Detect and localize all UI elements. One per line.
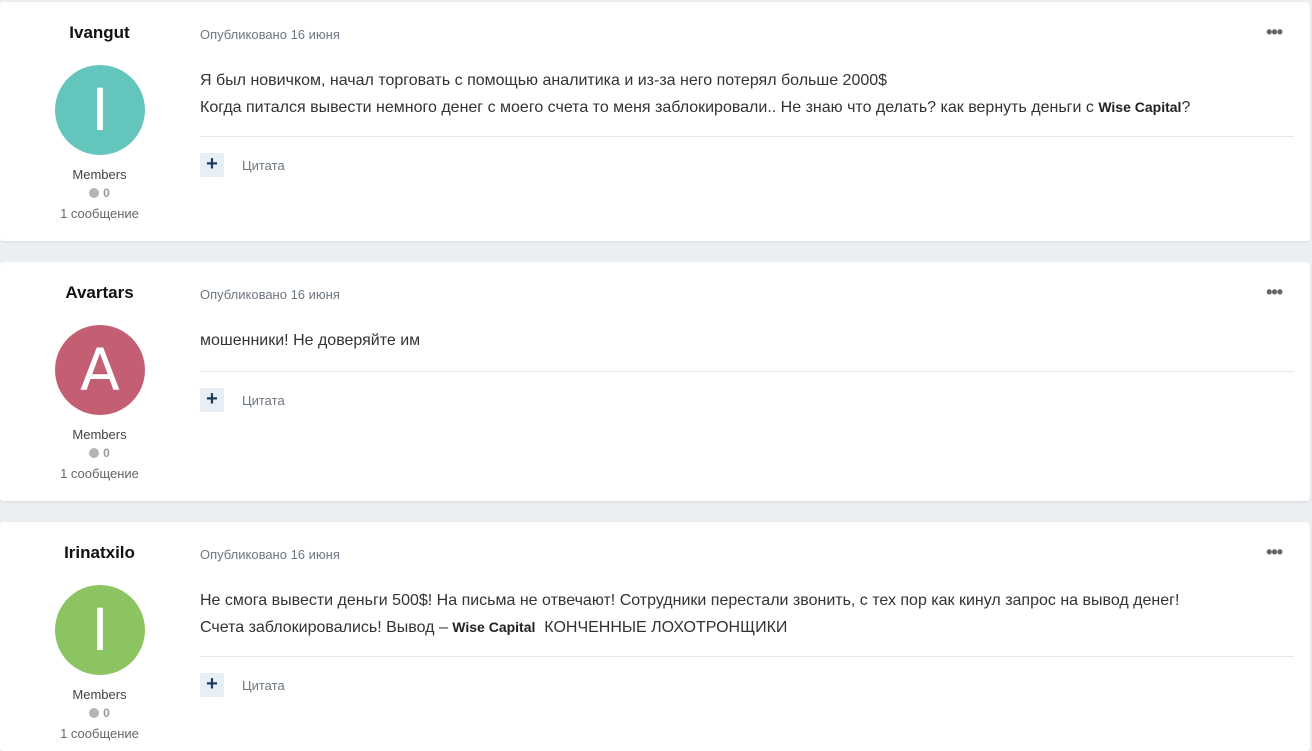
member-group: Members <box>72 167 127 182</box>
quote-button[interactable]: Цитата <box>242 393 285 408</box>
author-panel: Avartars A Members 0 1 сообщение <box>0 262 199 501</box>
content-line: мошенники! Не доверяйте им <box>200 332 421 349</box>
ellipsis-icon[interactable]: ••• <box>1266 543 1283 561</box>
posts-count: 1 сообщение <box>60 206 139 221</box>
quote-button[interactable]: Цитата <box>242 158 285 173</box>
member-group: Members <box>72 427 127 442</box>
content-line: Когда питался вывести немного денег с мо… <box>200 99 1191 116</box>
post-content: Я был новичком, начал торговать с помощь… <box>200 68 1290 121</box>
post-3: Irinatxilo I Members 0 1 сообщение Опубл… <box>0 522 1310 751</box>
reputation-dot-icon <box>89 448 100 458</box>
ellipsis-icon[interactable]: ••• <box>1266 283 1283 301</box>
reputation-badge: 0 <box>0 446 199 460</box>
avatar[interactable]: I <box>55 585 145 675</box>
ellipsis-icon[interactable]: ••• <box>1266 23 1283 41</box>
multiquote-plus-button[interactable]: + <box>200 388 224 412</box>
author-panel: Ivangut I Members 0 1 сообщение <box>0 2 199 241</box>
reputation-dot-icon <box>89 188 100 198</box>
avatar[interactable]: I <box>55 65 145 155</box>
post-content: мошенники! Не доверяйте им <box>200 328 1290 354</box>
multiquote-plus-button[interactable]: + <box>200 153 224 177</box>
quote-button[interactable]: Цитата <box>242 678 285 693</box>
multiquote-plus-button[interactable]: + <box>200 673 224 697</box>
author-name[interactable]: Avartars <box>0 283 199 303</box>
content-line: Счета заблокировались! Вывод – Wise Capi… <box>200 619 788 636</box>
reputation-badge: 0 <box>0 706 199 720</box>
divider <box>200 136 1294 137</box>
divider <box>200 656 1294 657</box>
post-date: Опубликовано 16 июня <box>200 547 340 562</box>
author-name[interactable]: Ivangut <box>0 23 199 43</box>
content-line: Не смога вывести деньги 500$! На письма … <box>200 592 1180 609</box>
author-name[interactable]: Irinatxilo <box>0 543 199 563</box>
reputation-value: 0 <box>103 446 110 460</box>
reputation-badge: 0 <box>0 186 199 200</box>
reputation-value: 0 <box>103 186 110 200</box>
content-line: Я был новичком, начал торговать с помощь… <box>200 72 888 89</box>
post-date: Опубликовано 16 июня <box>200 287 340 302</box>
post-2: Avartars A Members 0 1 сообщение Опублик… <box>0 262 1310 501</box>
brand-name: Wise Capital <box>1098 99 1182 115</box>
avatar[interactable]: A <box>55 325 145 415</box>
posts-count: 1 сообщение <box>60 726 139 741</box>
post-content: Не смога вывести деньги 500$! На письма … <box>200 588 1290 641</box>
posts-count: 1 сообщение <box>60 466 139 481</box>
member-group: Members <box>72 687 127 702</box>
post-date: Опубликовано 16 июня <box>200 27 340 42</box>
author-panel: Irinatxilo I Members 0 1 сообщение <box>0 522 199 751</box>
divider <box>200 371 1294 372</box>
brand-name: Wise Capital <box>452 619 536 635</box>
reputation-value: 0 <box>103 706 110 720</box>
post-1: Ivangut I Members 0 1 сообщение Опублико… <box>0 2 1310 241</box>
reputation-dot-icon <box>89 708 100 718</box>
